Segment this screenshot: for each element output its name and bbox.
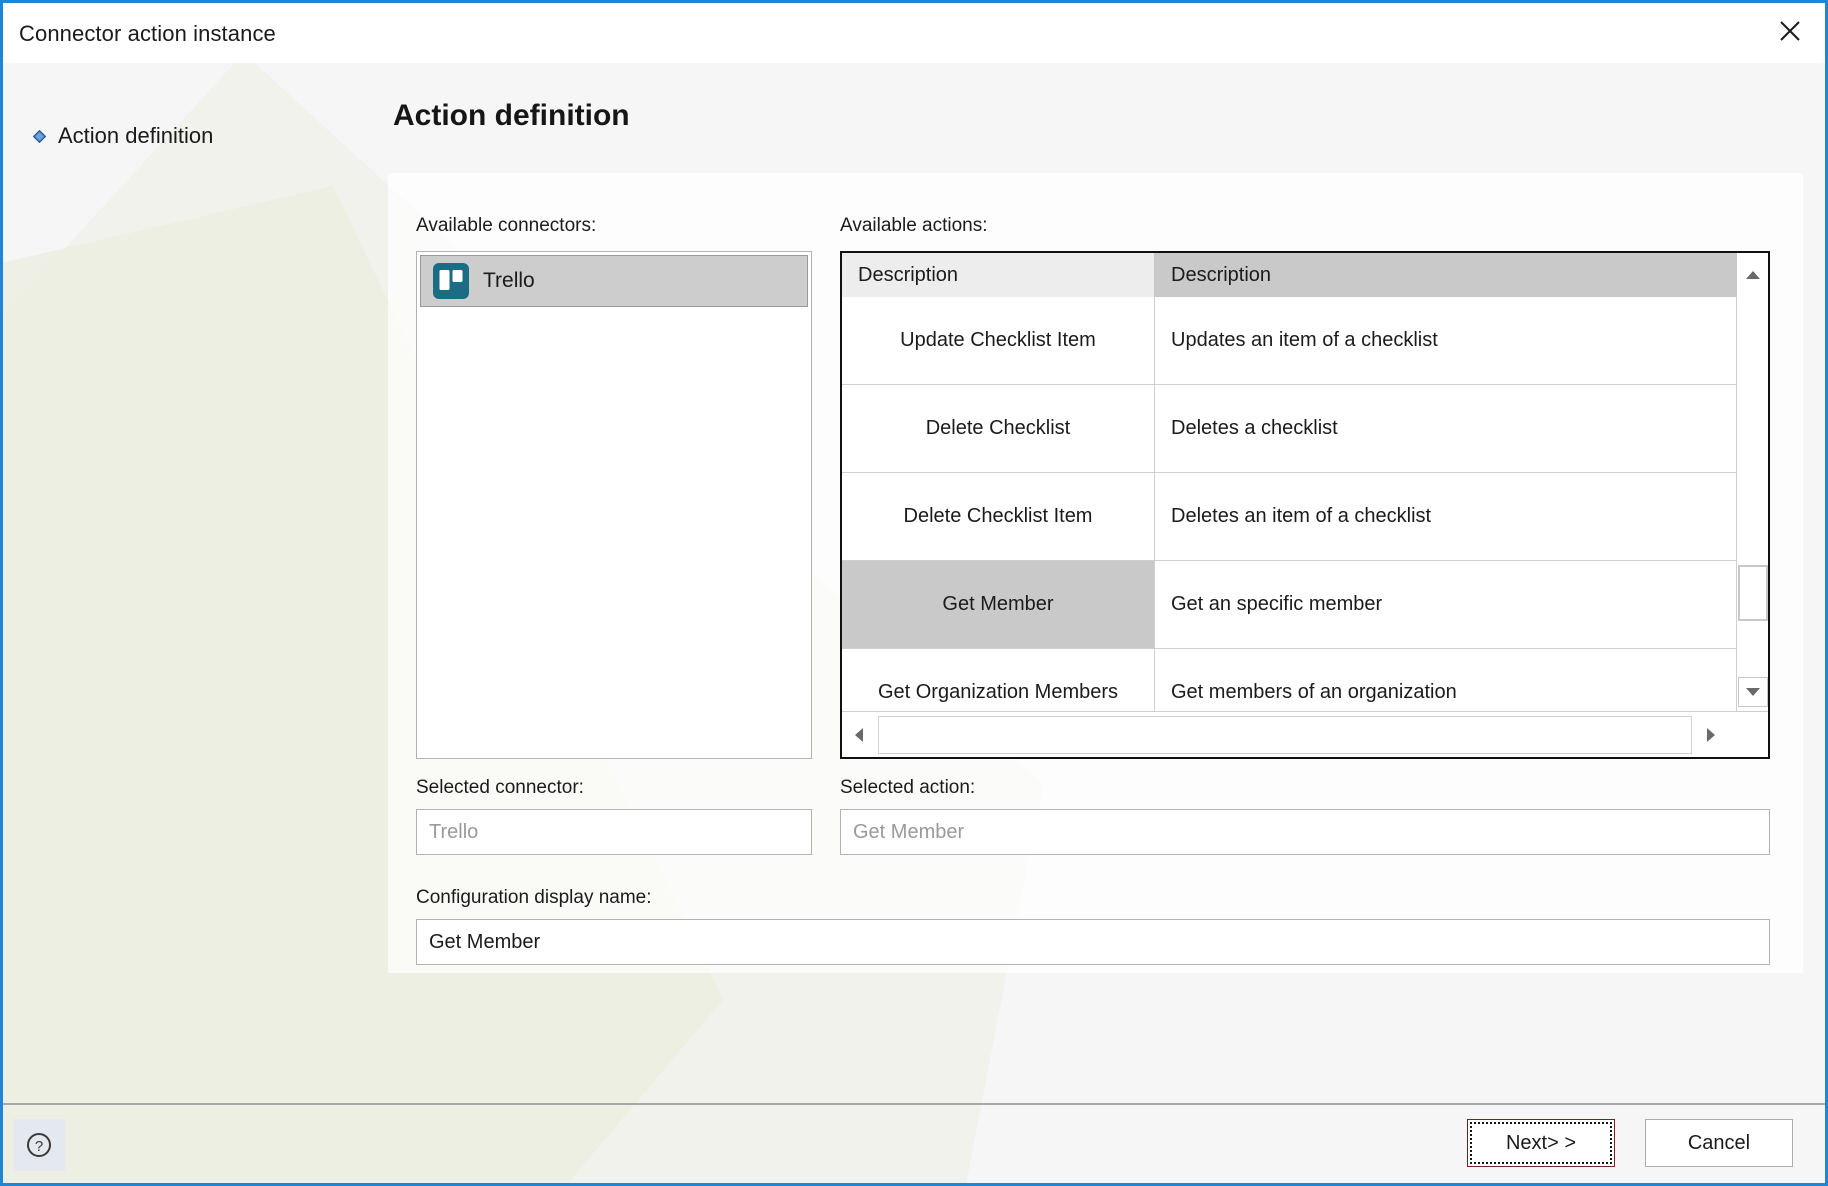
trello-icon	[433, 263, 469, 299]
wizard-sidebar: Action definition	[3, 63, 393, 1183]
triangle-left-icon	[855, 727, 863, 742]
action-name-cell: Get Organization Members	[842, 649, 1155, 711]
selected-connector-field: Trello	[416, 809, 812, 855]
connector-list-item-label: Trello	[483, 269, 535, 292]
available-connectors-label: Available connectors:	[416, 215, 597, 236]
vertical-scrollbar-thumb[interactable]	[1738, 565, 1768, 621]
configuration-display-name-label: Configuration display name:	[416, 887, 652, 908]
sidebar-item-label: Action definition	[58, 123, 214, 148]
action-description-cell: Deletes an item of a checklist	[1171, 505, 1432, 527]
grid-column-header-description[interactable]: Description	[1155, 253, 1736, 297]
triangle-up-icon	[1745, 271, 1760, 279]
dialog-title: Connector action instance	[19, 21, 276, 46]
available-actions-grid[interactable]: Description Description Update Checklist…	[840, 251, 1770, 759]
connector-list-item-trello[interactable]: Trello	[420, 255, 808, 307]
grid-body: Update Checklist Item Updates an item of…	[842, 297, 1736, 711]
grid-header-row: Description Description	[842, 253, 1768, 297]
grid-scroll-down-button[interactable]	[1738, 677, 1768, 707]
connector-action-instance-dialog: Action definition Action definition Avai…	[0, 0, 1828, 1186]
triangle-down-icon	[1746, 688, 1760, 696]
action-description-cell: Updates an item of a checklist	[1171, 329, 1438, 351]
grid-horizontal-scrollbar[interactable]	[842, 711, 1768, 757]
dialog-body: Action definition Action definition Avai…	[3, 53, 1825, 1183]
grid-column-header-name[interactable]: Description	[842, 253, 1155, 297]
action-name-cell: Update Checklist Item	[842, 297, 1155, 384]
next-button-label: Next> >	[1470, 1122, 1612, 1164]
table-row[interactable]: Delete Checklist Deletes a checklist	[842, 385, 1736, 473]
grid-scroll-up-button[interactable]	[1736, 253, 1768, 297]
diamond-bullet-icon	[32, 129, 47, 143]
action-description-cell: Get members of an organization	[1171, 681, 1457, 703]
next-button[interactable]: Next> >	[1467, 1119, 1615, 1167]
horizontal-scrollbar-track[interactable]	[878, 715, 1692, 754]
close-button[interactable]	[1761, 5, 1819, 57]
table-row[interactable]: Delete Checklist Item Deletes an item of…	[842, 473, 1736, 561]
selected-connector-label: Selected connector:	[416, 777, 584, 798]
table-row[interactable]: Get Organization Members Get members of …	[842, 649, 1736, 711]
available-connectors-list[interactable]: Trello	[416, 251, 812, 759]
svg-text:?: ?	[35, 1138, 43, 1155]
grid-scroll-right-button[interactable]	[1694, 713, 1728, 756]
triangle-right-icon	[1707, 727, 1715, 742]
grid-vertical-scrollbar[interactable]	[1736, 297, 1768, 711]
dialog-footer: ? Next> > Cancel	[3, 1105, 1825, 1183]
selected-action-label: Selected action:	[840, 777, 976, 798]
sidebar-item-action-definition[interactable]: Action definition	[32, 123, 214, 149]
configuration-display-name-input[interactable]: Get Member	[416, 919, 1770, 965]
action-description-cell: Get an specific member	[1171, 593, 1383, 615]
grid-scroll-left-button[interactable]	[842, 713, 876, 756]
dialog-titlebar: Connector action instance	[3, 3, 1825, 63]
available-actions-label: Available actions:	[840, 215, 988, 236]
action-name-cell: Delete Checklist Item	[842, 473, 1155, 560]
action-name-cell: Get Member	[842, 561, 1155, 648]
cancel-button[interactable]: Cancel	[1645, 1119, 1793, 1167]
table-row-selected[interactable]: Get Member Get an specific member	[842, 561, 1736, 649]
selected-action-field: Get Member	[840, 809, 1770, 855]
action-description-cell: Deletes a checklist	[1171, 417, 1338, 439]
table-row[interactable]: Update Checklist Item Updates an item of…	[842, 297, 1736, 385]
close-icon	[1780, 21, 1800, 41]
help-button[interactable]: ?	[13, 1119, 65, 1171]
main-panel: Action definition Available connectors: …	[388, 63, 1825, 1183]
content-card: Available connectors: Available actions:	[388, 173, 1803, 973]
page-title: Action definition	[393, 99, 630, 132]
help-question-icon: ?	[27, 1133, 51, 1157]
action-name-cell: Delete Checklist	[842, 385, 1155, 472]
